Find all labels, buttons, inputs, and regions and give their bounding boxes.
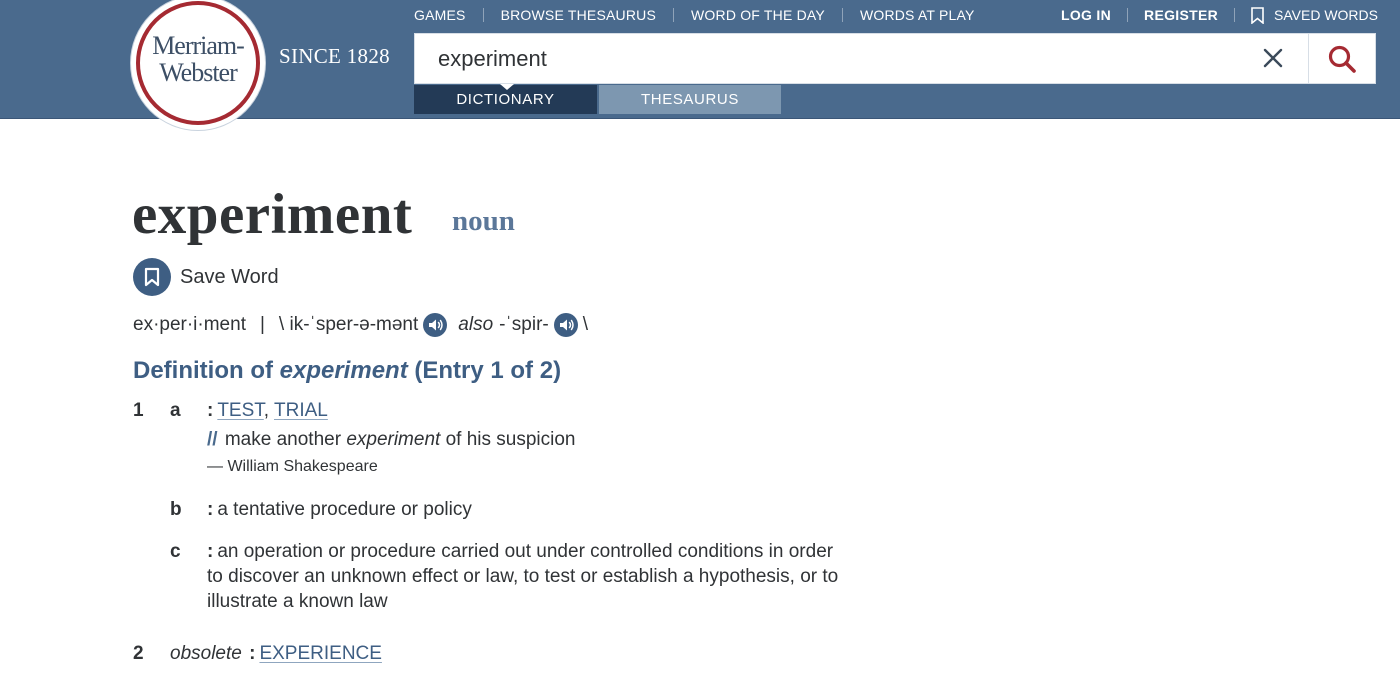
definition-heading-prefix: Definition of: [133, 357, 273, 384]
definition-1c-line-1: an operation or procedure carried out un…: [217, 541, 834, 562]
since-1828-tagline: SINCE 1828: [279, 44, 390, 68]
merriam-webster-logo[interactable]: Merriam- Webster: [131, 0, 265, 130]
nav-divider: [482, 8, 484, 22]
logo-line-1: Merriam-: [152, 31, 245, 60]
nav-divider: [841, 8, 843, 22]
tab-dictionary[interactable]: DICTIONARY: [414, 84, 597, 114]
audio-button[interactable]: [423, 313, 448, 337]
def-colon: :: [207, 400, 214, 421]
example-attribution: — William Shakespeare: [207, 458, 378, 475]
example-text-pre: make another: [224, 429, 342, 450]
definition-1c: : an operation or procedure carried out u…: [207, 539, 838, 614]
pron-separator: |: [259, 314, 265, 335]
definition-heading-suffix: (Entry 1 of 2): [414, 357, 562, 384]
search-input[interactable]: [415, 34, 1255, 83]
example-marker: //: [207, 429, 218, 450]
pronunciation-line: ex·per·i·ment | \ ik-ˈsper-ə-mənt also -…: [133, 312, 588, 338]
syllabification: ex·per·i·ment: [133, 314, 246, 335]
save-word-circle: [133, 258, 171, 296]
save-word-button[interactable]: Save Word: [133, 258, 279, 296]
example-headword: experiment: [346, 429, 441, 450]
def-colon: :: [207, 541, 214, 562]
audio-icon: [553, 313, 578, 337]
example-text-post: of his suspicion: [445, 429, 576, 450]
search-icon: [1328, 45, 1356, 73]
audio-button[interactable]: [553, 313, 578, 337]
usage-example: // make another experiment of his suspic…: [207, 429, 576, 451]
search-bar: [414, 33, 1376, 84]
logo-wordmark: Merriam- Webster: [131, 32, 265, 86]
xref-test[interactable]: TEST: [217, 400, 263, 421]
nav-divider: [1127, 8, 1129, 22]
nav-word-of-the-day[interactable]: WORD OF THE DAY: [691, 7, 825, 23]
save-word-label: Save Word: [180, 265, 279, 288]
site-header: Merriam- Webster SINCE 1828 GAMES BROWSE…: [0, 0, 1400, 130]
headword: experiment: [132, 183, 413, 246]
part-of-speech[interactable]: noun: [452, 205, 515, 238]
nav-words-at-play[interactable]: WORDS AT PLAY: [860, 7, 975, 23]
definition-heading: Definition of experiment (Entry 1 of 2): [133, 357, 561, 385]
def-colon: :: [249, 643, 256, 664]
pronunciation-close: \: [582, 314, 589, 335]
register-link[interactable]: REGISTER: [1144, 7, 1218, 23]
nav-browse-thesaurus[interactable]: BROWSE THESAURUS: [501, 7, 656, 23]
pronunciation: \ ik-ˈsper-ə-mənt: [278, 314, 419, 335]
search-type-tabs: DICTIONARY THESAURUS: [414, 84, 781, 114]
login-link[interactable]: LOG IN: [1061, 7, 1111, 23]
bookmark-icon: [144, 267, 160, 287]
xref-comma: ,: [263, 400, 270, 421]
nav-divider: [1234, 8, 1236, 22]
definition-2: obsolete : EXPERIENCE: [170, 641, 382, 666]
definition-heading-word: experiment: [279, 357, 408, 384]
usage-label-obsolete: obsolete: [170, 643, 242, 664]
def-colon: :: [207, 499, 214, 520]
sense-number-2: 2: [133, 643, 144, 664]
nav-divider: [673, 8, 674, 22]
definition-1b: :a tentative procedure or policy: [207, 497, 472, 522]
audio-icon: [423, 313, 448, 337]
definition-1a: : TEST, TRIAL: [207, 398, 328, 423]
sense-letter-b: b: [170, 499, 182, 520]
sense-letter-c: c: [170, 541, 181, 562]
bookmark-icon: [1251, 6, 1264, 24]
logo-line-2: Webster: [159, 58, 238, 87]
clear-icon: [1263, 48, 1283, 68]
definition-1b-text: a tentative procedure or policy: [217, 499, 472, 520]
definition-1c-line-2: to discover an unknown effect or law, to…: [207, 566, 839, 587]
top-navigation: GAMES BROWSE THESAURUS WORD OF THE DAY W…: [414, 6, 975, 24]
search-button[interactable]: [1309, 34, 1375, 83]
tab-thesaurus[interactable]: THESAURUS: [599, 85, 781, 114]
pronunciation-alt: -ˈspir-: [499, 314, 549, 335]
xref-trial[interactable]: TRIAL: [274, 400, 328, 421]
clear-search-button[interactable]: [1261, 46, 1285, 70]
nav-games[interactable]: GAMES: [414, 7, 466, 23]
sense-letter-a: a: [170, 400, 181, 421]
sense-number-1: 1: [133, 400, 144, 421]
xref-experience[interactable]: EXPERIENCE: [259, 643, 381, 664]
account-navigation: LOG IN REGISTER SAVED WORDS: [1061, 6, 1378, 24]
pron-also-label: also: [458, 314, 494, 335]
saved-words-label: SAVED WORDS: [1274, 7, 1378, 23]
definition-1c-line-3: illustrate a known law: [207, 591, 388, 612]
saved-words-link[interactable]: SAVED WORDS: [1251, 6, 1378, 24]
